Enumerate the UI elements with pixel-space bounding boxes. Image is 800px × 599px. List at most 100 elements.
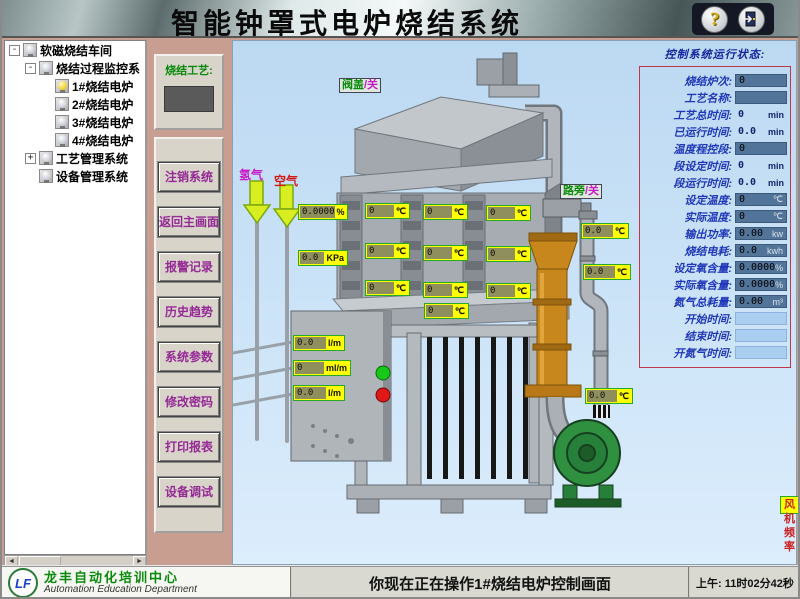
- status-value-field: 0.0000 %: [735, 261, 787, 274]
- status-value-field: 0.00 m³: [735, 295, 787, 308]
- status-value: 0: [736, 143, 745, 154]
- project-tree: - 软磁烧结车间 - 烧结过程监控系 1#烧结电炉 2#烧结电炉 3#烧结电炉: [4, 40, 147, 555]
- value-readout: 0: [426, 305, 453, 317]
- nav-button[interactable]: 设备调试: [158, 477, 220, 507]
- value-unit: ℃: [452, 247, 466, 259]
- value-unit: ℃: [617, 390, 631, 402]
- tree-item[interactable]: 设备管理系统: [5, 167, 145, 185]
- diagram-value-box: 0 ℃: [486, 246, 531, 262]
- operation-status-text: 你现在正在操作1#烧结电炉控制画面: [369, 573, 611, 594]
- diagram-value-box: 0 ℃: [365, 203, 410, 219]
- status-row: 段运行时间: 0.0 min: [643, 174, 787, 191]
- value-unit: ml/m: [324, 362, 349, 374]
- value-unit: l/m: [326, 387, 343, 399]
- value-unit: KPa: [324, 252, 346, 264]
- status-panel-title: 控制系统运行状态:: [639, 46, 791, 62]
- value-readout: 0.0000: [300, 206, 335, 218]
- diagram-value-box: 0 ℃: [424, 303, 469, 319]
- status-value-field: 0 ℃: [735, 193, 787, 206]
- value-unit: ℃: [394, 245, 408, 257]
- status-row: 实际温度: 0 ℃: [643, 208, 787, 225]
- status-unit: min: [768, 110, 787, 120]
- exit-door-icon: [743, 11, 759, 27]
- status-row: 烧结炉次: 0: [643, 72, 787, 89]
- tree-item-label: 2#烧结电炉: [72, 96, 133, 113]
- exhaust-blower: [554, 420, 621, 507]
- status-unit: %: [775, 263, 786, 273]
- status-value: 0: [736, 75, 745, 86]
- tree-item-label: 1#烧结电炉: [72, 78, 133, 95]
- tree-item[interactable]: 3#烧结电炉: [5, 113, 145, 131]
- nav-button[interactable]: 历史趋势: [158, 297, 220, 327]
- status-value-field: 0 min: [735, 159, 787, 172]
- value-readout: 0.0: [295, 337, 326, 349]
- nav-button[interactable]: 打印报表: [158, 432, 220, 462]
- air-label: 空气: [274, 172, 298, 189]
- company-name-cn: 龙丰自动化培训中心: [44, 571, 197, 585]
- bypass-status-label[interactable]: 路旁/关: [560, 184, 602, 199]
- tree-item[interactable]: 1#烧结电炉: [5, 77, 145, 95]
- nav-button-panel: 注销系统返回主画面报警记录历史趋势系统参数修改密码打印报表设备调试: [154, 137, 224, 533]
- value-unit: ℃: [453, 305, 467, 317]
- tree-expander-icon[interactable]: -: [25, 63, 36, 74]
- status-value: 0.0: [735, 126, 756, 137]
- clock-text: 上午: 11时02分42秒: [696, 575, 794, 591]
- status-row: 实际氧含量: 0.0000 %: [643, 276, 787, 293]
- tree-item[interactable]: 2#烧结电炉: [5, 95, 145, 113]
- tree-item[interactable]: 4#烧结电炉: [5, 131, 145, 149]
- diagram-value-box: 0.0 l/m: [293, 335, 345, 351]
- tree-item[interactable]: - 烧结过程监控系: [5, 59, 145, 77]
- tree-item[interactable]: - 软磁烧结车间: [5, 41, 145, 59]
- main-area: 0.0000 % 0.0 KPa 0 ℃ 0 ℃ 0 ℃ 0 ℃ 0 ℃ 0: [232, 40, 797, 565]
- status-row: 温度程控段: 0: [643, 140, 787, 157]
- value-readout: 0.0: [300, 252, 324, 264]
- flex-coupling: [593, 405, 610, 418]
- status-row-label: 烧结炉次:: [643, 73, 735, 89]
- status-panel: 控制系统运行状态: 烧结炉次: 0 工艺名称:: [639, 46, 791, 368]
- help-button[interactable]: ?: [701, 6, 728, 33]
- diagram-value-box: 0 ℃: [423, 204, 468, 220]
- cabinet-feed-lines: [233, 342, 293, 405]
- bulb-icon: [55, 115, 69, 129]
- nav-button[interactable]: 报警记录: [158, 252, 220, 282]
- status-row: 结束时间:: [643, 327, 787, 344]
- green-indicator-light: [376, 366, 390, 380]
- tree-item[interactable]: + 工艺管理系统: [5, 149, 145, 167]
- status-value: 0.0: [736, 245, 757, 256]
- diagram-value-box: 0.0 KPa: [298, 250, 348, 266]
- status-value-field: 0.0 min: [735, 125, 787, 138]
- status-unit: kw: [772, 229, 786, 239]
- diagram-value-box: 0 ml/m: [293, 360, 351, 376]
- fan-frequency-label: 风机频率: [782, 498, 800, 512]
- value-unit: ℃: [394, 205, 408, 217]
- tree-item-label: 3#烧结电炉: [72, 114, 133, 131]
- nav-button[interactable]: 修改密码: [158, 387, 220, 417]
- value-unit: %: [335, 206, 347, 218]
- tree-item-label: 4#烧结电炉: [72, 132, 133, 149]
- status-row-label: 烧结电耗:: [643, 243, 735, 259]
- tree-expander-icon[interactable]: +: [25, 153, 36, 164]
- status-row-label: 工艺总时间:: [643, 107, 735, 123]
- nav-button[interactable]: 返回主画面: [158, 207, 220, 237]
- bottom-bar: LF 龙丰自动化培训中心 Automation Education Depart…: [2, 565, 800, 599]
- status-row-label: 实际氧含量:: [643, 277, 735, 293]
- valve-cover-status-label[interactable]: 阀盖/关: [339, 78, 381, 93]
- value-readout: 0: [367, 205, 394, 217]
- value-readout: 0: [425, 284, 452, 296]
- value-unit: ℃: [515, 248, 529, 260]
- diagram-value-box: 0.0 ℃: [583, 264, 631, 280]
- stand-rods: [427, 337, 528, 479]
- exit-button[interactable]: [738, 6, 765, 33]
- nav-button[interactable]: 注销系统: [158, 162, 220, 192]
- tree-expander-icon[interactable]: -: [9, 45, 20, 56]
- status-row: 烧结电耗: 0.0 kwh: [643, 242, 787, 259]
- nav-button[interactable]: 系统参数: [158, 342, 220, 372]
- hydrogen-gas-label: 氢气: [239, 166, 263, 183]
- status-unit: %: [775, 280, 786, 290]
- status-row-label: 段运行时间:: [643, 175, 735, 191]
- company-logo: LF: [8, 568, 38, 598]
- status-row-label: 已运行时间:: [643, 124, 735, 140]
- status-value-field: 0.0 kwh: [735, 244, 787, 257]
- process-display: [164, 86, 214, 112]
- scada-window: 智能钟罩式电炉烧结系统 ? - 软磁烧结车间 - 烧结过程监控: [0, 0, 800, 599]
